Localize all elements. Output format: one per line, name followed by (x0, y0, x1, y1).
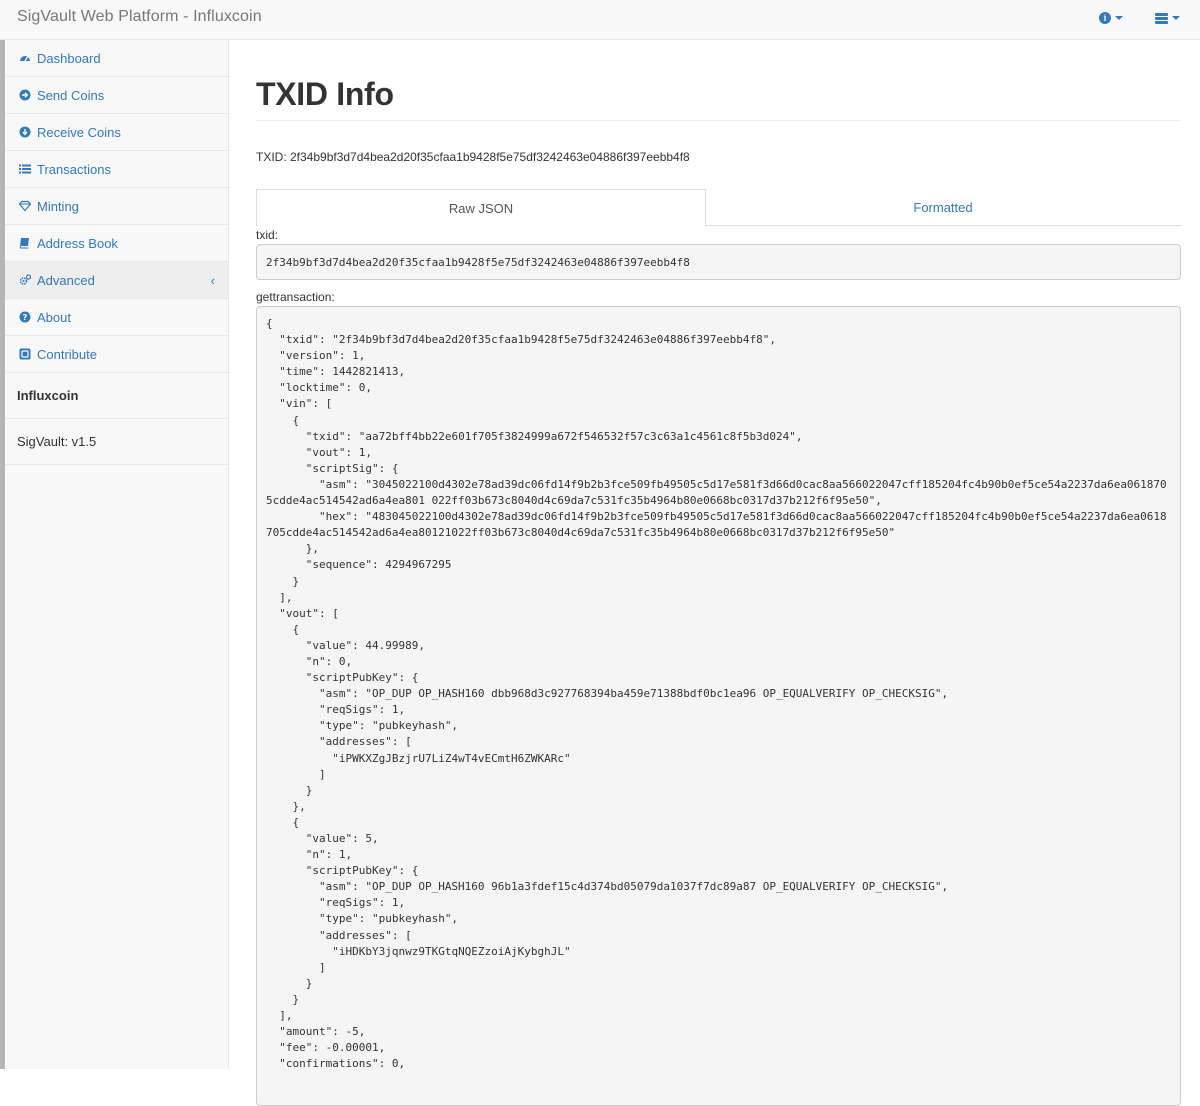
sidebar-item-label: About (37, 309, 71, 325)
sidebar-item-receive-coins[interactable]: Receive Coins (5, 114, 228, 151)
tab-formatted[interactable]: Formatted (718, 189, 1168, 226)
caret-down-icon (1115, 16, 1123, 20)
coin-name: Influxcoin (5, 373, 228, 419)
book-icon (18, 237, 31, 250)
title-divider (256, 120, 1181, 121)
top-navbar: SigVault Web Platform - Influxcoin i (0, 0, 1200, 40)
tab-raw-json[interactable]: Raw JSON (256, 189, 706, 227)
sidebar-item-about[interactable]: ? About (5, 299, 228, 336)
arrow-circle-right-icon (18, 89, 31, 102)
view-tabs: Raw JSON Formatted (256, 189, 1181, 227)
sidebar-item-label: Contribute (37, 346, 97, 362)
sidebar-item-dashboard[interactable]: Dashboard (5, 40, 228, 77)
app-version: SigVault: v1.5 (5, 419, 228, 465)
menu-dropdown[interactable] (1155, 10, 1180, 26)
brand-title[interactable]: SigVault Web Platform - Influxcoin (17, 8, 262, 26)
sidebar-item-send-coins[interactable]: Send Coins (5, 77, 228, 114)
list-icon (18, 163, 31, 176)
txid-heading: TXID: 2f34b9bf3d7d4bea2d20f35cfaa1b9428f… (256, 150, 690, 164)
gettransaction-json: { "txid": "2f34b9bf3d7d4bea2d20f35cfaa1b… (266, 317, 1167, 1071)
sidebar-item-label: Advanced (37, 272, 95, 288)
sidebar-item-transactions[interactable]: Transactions (5, 151, 228, 188)
dashboard-icon (18, 52, 31, 65)
sidebar-item-label: Transactions (37, 161, 111, 177)
info-circle-icon: i (1099, 12, 1111, 24)
sidebar-item-address-book[interactable]: Address Book (5, 225, 228, 262)
sidebar-item-contribute[interactable]: Contribute (5, 336, 228, 373)
info-dropdown[interactable]: i (1099, 10, 1123, 26)
page-title: TXID Info (256, 76, 394, 112)
arrow-circle-down-icon (18, 126, 31, 139)
list-icon (1155, 12, 1168, 24)
svg-text:?: ? (22, 313, 27, 322)
txid-label: txid: (256, 228, 279, 242)
gettransaction-json-box[interactable]: { "txid": "2f34b9bf3d7d4bea2d20f35cfaa1b… (256, 306, 1181, 1106)
sidebar-item-label: Minting (37, 198, 79, 214)
cogs-icon (18, 274, 31, 287)
caret-down-icon (1172, 16, 1180, 20)
sidebar-item-label: Send Coins (37, 87, 105, 103)
question-circle-icon: ? (18, 311, 31, 324)
txid-value-box[interactable]: 2f34b9bf3d7d4bea2d20f35cfaa1b9428f5e75df… (256, 244, 1181, 280)
sidebar-item-label: Dashboard (37, 50, 101, 66)
sidebar-item-label: Address Book (37, 235, 118, 251)
sidebar: Dashboard Send Coins Receive Coins Trans… (5, 40, 229, 1069)
chevron-left-icon[interactable]: ‹ (211, 273, 215, 288)
sidebar-item-label: Receive Coins (37, 124, 121, 140)
sidebar-item-advanced[interactable]: Advanced ‹ (5, 262, 228, 299)
contribute-icon (18, 348, 31, 361)
gettransaction-label: gettransaction: (256, 290, 335, 304)
diamond-icon (18, 200, 31, 213)
sidebar-item-minting[interactable]: Minting (5, 188, 228, 225)
